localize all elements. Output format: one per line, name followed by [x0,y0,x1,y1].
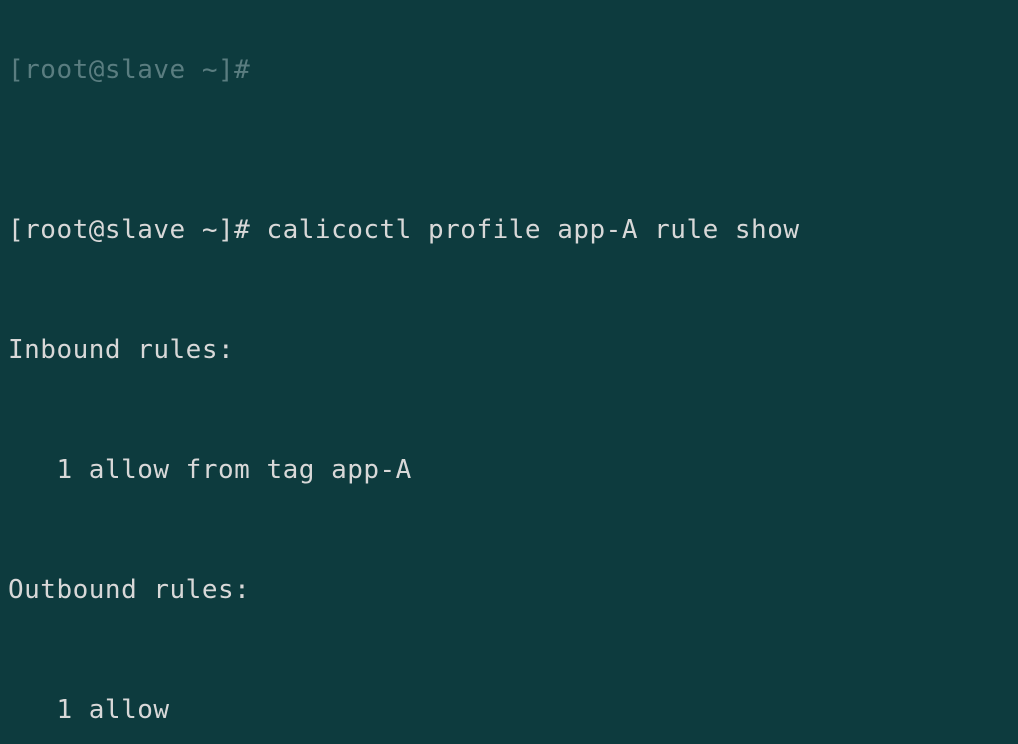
terminal-line: [root@slave ~]# calicoctl profile app-A … [8,210,1010,250]
shell-prompt: [root@slave ~]# [8,55,266,85]
command-text: calicoctl profile app-A rule show [266,215,799,245]
terminal-line: [root@slave ~]# [8,50,1010,90]
output-text: Outbound rules: [8,570,1010,610]
output-text: Inbound rules: [8,330,1010,370]
shell-prompt: [root@slave ~]# [8,215,266,245]
output-text: 1 allow from tag app-A [8,450,1010,490]
output-text: 1 allow [8,690,1010,730]
terminal-window[interactable]: [root@slave ~]# [root@slave ~]# calicoct… [0,0,1018,744]
